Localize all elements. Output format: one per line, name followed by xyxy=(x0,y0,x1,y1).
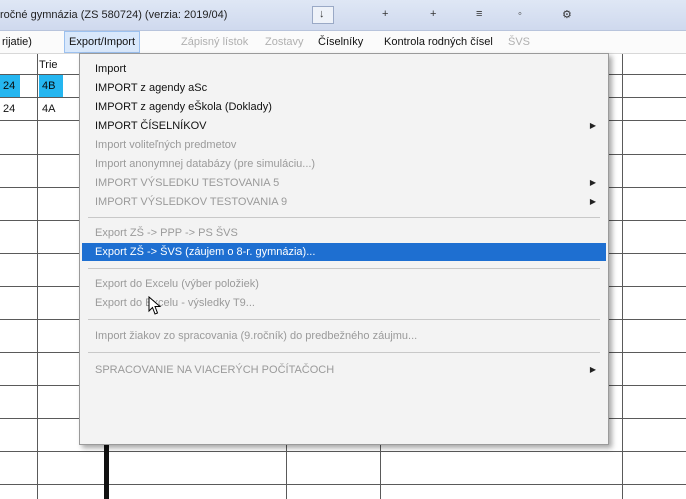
menu-item-export-zs-svs[interactable]: Export ZŠ -> ŠVS (záujem o 8-r. gymnázia… xyxy=(82,243,606,261)
menu-item-import-ziakov[interactable]: Import žiakov zo spracovania (9.ročník) … xyxy=(82,327,606,345)
submenu-arrow-icon: ▶ xyxy=(589,197,596,206)
window-titlebar: ročné gymnázia (ZS 580724) (verzia: 2019… xyxy=(0,0,686,31)
submenu-arrow-icon: ▶ xyxy=(589,178,596,187)
menu-item-import-eskola[interactable]: IMPORT z agendy eŠkola (Doklady) xyxy=(82,98,606,116)
menu-item-label: IMPORT VÝSLEDKOV TESTOVANIA 9 xyxy=(95,196,288,208)
menu-item-export-excel-vyber[interactable]: Export do Excelu (výber položiek) xyxy=(82,275,606,293)
menu-item-label: IMPORT VÝSLEDKU TESTOVANIA 5 xyxy=(95,177,280,189)
menu-item-label: Export do Excelu - výsledky T9... xyxy=(95,297,255,309)
toolbar-button-download[interactable]: ↓ xyxy=(312,6,334,24)
menu-prijatie[interactable]: rijatie) xyxy=(2,31,32,53)
grid-cell[interactable]: 4A xyxy=(39,98,63,120)
menu-item-label: IMPORT z agendy aSc xyxy=(95,82,208,94)
menu-item-import-ciselnikov[interactable]: IMPORT ČÍSELNÍKOV ▶ xyxy=(82,117,606,135)
menu-separator xyxy=(88,217,600,218)
download-icon: ↓ xyxy=(319,8,325,20)
menu-item-label: IMPORT ČÍSELNÍKOV xyxy=(95,120,207,132)
menu-bar: rijatie) Export/Import Zápisný lístok Zo… xyxy=(0,31,686,54)
menu-svs[interactable]: ŠVS xyxy=(508,31,530,53)
menu-item-label: Export ZŠ -> PPP -> PS ŠVS xyxy=(95,227,238,239)
menu-zapisny-listok[interactable]: Zápisný lístok xyxy=(181,31,248,53)
menu-item-import[interactable]: Import xyxy=(82,60,606,78)
menu-item-label: IMPORT z agendy eŠkola (Doklady) xyxy=(95,101,272,113)
menu-separator xyxy=(88,352,600,353)
mouse-cursor-icon xyxy=(148,296,162,315)
gear-icon[interactable]: ⚙ xyxy=(562,8,572,21)
menu-item-label: Import xyxy=(95,63,127,75)
grid-cell[interactable]: 24 xyxy=(0,75,20,97)
menu-item-import-anonymnej[interactable]: Import anonymnej databázy (pre simuláciu… xyxy=(82,155,606,173)
plus-icon[interactable]: + xyxy=(382,8,388,20)
window-title: ročné gymnázia (ZS 580724) (verzia: 2019… xyxy=(0,9,228,21)
column-header-trieda[interactable]: Trie xyxy=(36,54,76,76)
menu-kontrola-rodnych-cisel[interactable]: Kontrola rodných čísel xyxy=(384,31,493,53)
menu-item-label: SPRACOVANIE NA VIACERÝCH POČÍTAČOCH xyxy=(95,364,335,376)
list-icon[interactable]: ≡ xyxy=(476,8,482,20)
menu-separator xyxy=(88,319,600,320)
export-import-dropdown: Import IMPORT z agendy aSc IMPORT z agen… xyxy=(79,53,609,445)
menu-export-import[interactable]: Export/Import xyxy=(64,31,141,53)
menu-item-label: Export ZŠ -> ŠVS (záujem o 8-r. gymnázia… xyxy=(95,246,316,258)
menu-item-label: Import anonymnej databázy (pre simuláciu… xyxy=(95,158,316,170)
menu-ciselniky[interactable]: Číselníky xyxy=(318,31,363,53)
plus-icon[interactable]: + xyxy=(430,8,436,20)
circle-icon[interactable]: ◦ xyxy=(518,8,522,20)
submenu-arrow-icon: ▶ xyxy=(589,121,596,130)
menu-item-label: Export do Excelu (výber položiek) xyxy=(95,278,259,290)
grid-divider xyxy=(0,451,686,452)
menu-separator xyxy=(88,268,600,269)
menu-item-spracovanie[interactable]: SPRACOVANIE NA VIACERÝCH POČÍTAČOCH ▶ xyxy=(82,361,606,379)
grid-cell[interactable]: 4B xyxy=(39,75,63,97)
menu-item-label: Import žiakov zo spracovania (9.ročník) … xyxy=(95,330,418,342)
menu-item-import-asc[interactable]: IMPORT z agendy aSc xyxy=(82,79,606,97)
menu-item-export-zs-ppp[interactable]: Export ZŠ -> PPP -> PS ŠVS xyxy=(82,224,606,242)
menu-item-import-testovania-5[interactable]: IMPORT VÝSLEDKU TESTOVANIA 5 ▶ xyxy=(82,174,606,192)
menu-zostavy[interactable]: Zostavy xyxy=(265,31,304,53)
grid-divider xyxy=(0,484,686,485)
menu-item-import-volitelnych[interactable]: Import voliteľných predmetov xyxy=(82,136,606,154)
submenu-arrow-icon: ▶ xyxy=(589,365,596,374)
menu-item-import-testovania-9[interactable]: IMPORT VÝSLEDKOV TESTOVANIA 9 ▶ xyxy=(82,193,606,211)
menu-item-label: Import voliteľných predmetov xyxy=(95,139,237,151)
grid-cell[interactable]: 24 xyxy=(0,98,20,120)
